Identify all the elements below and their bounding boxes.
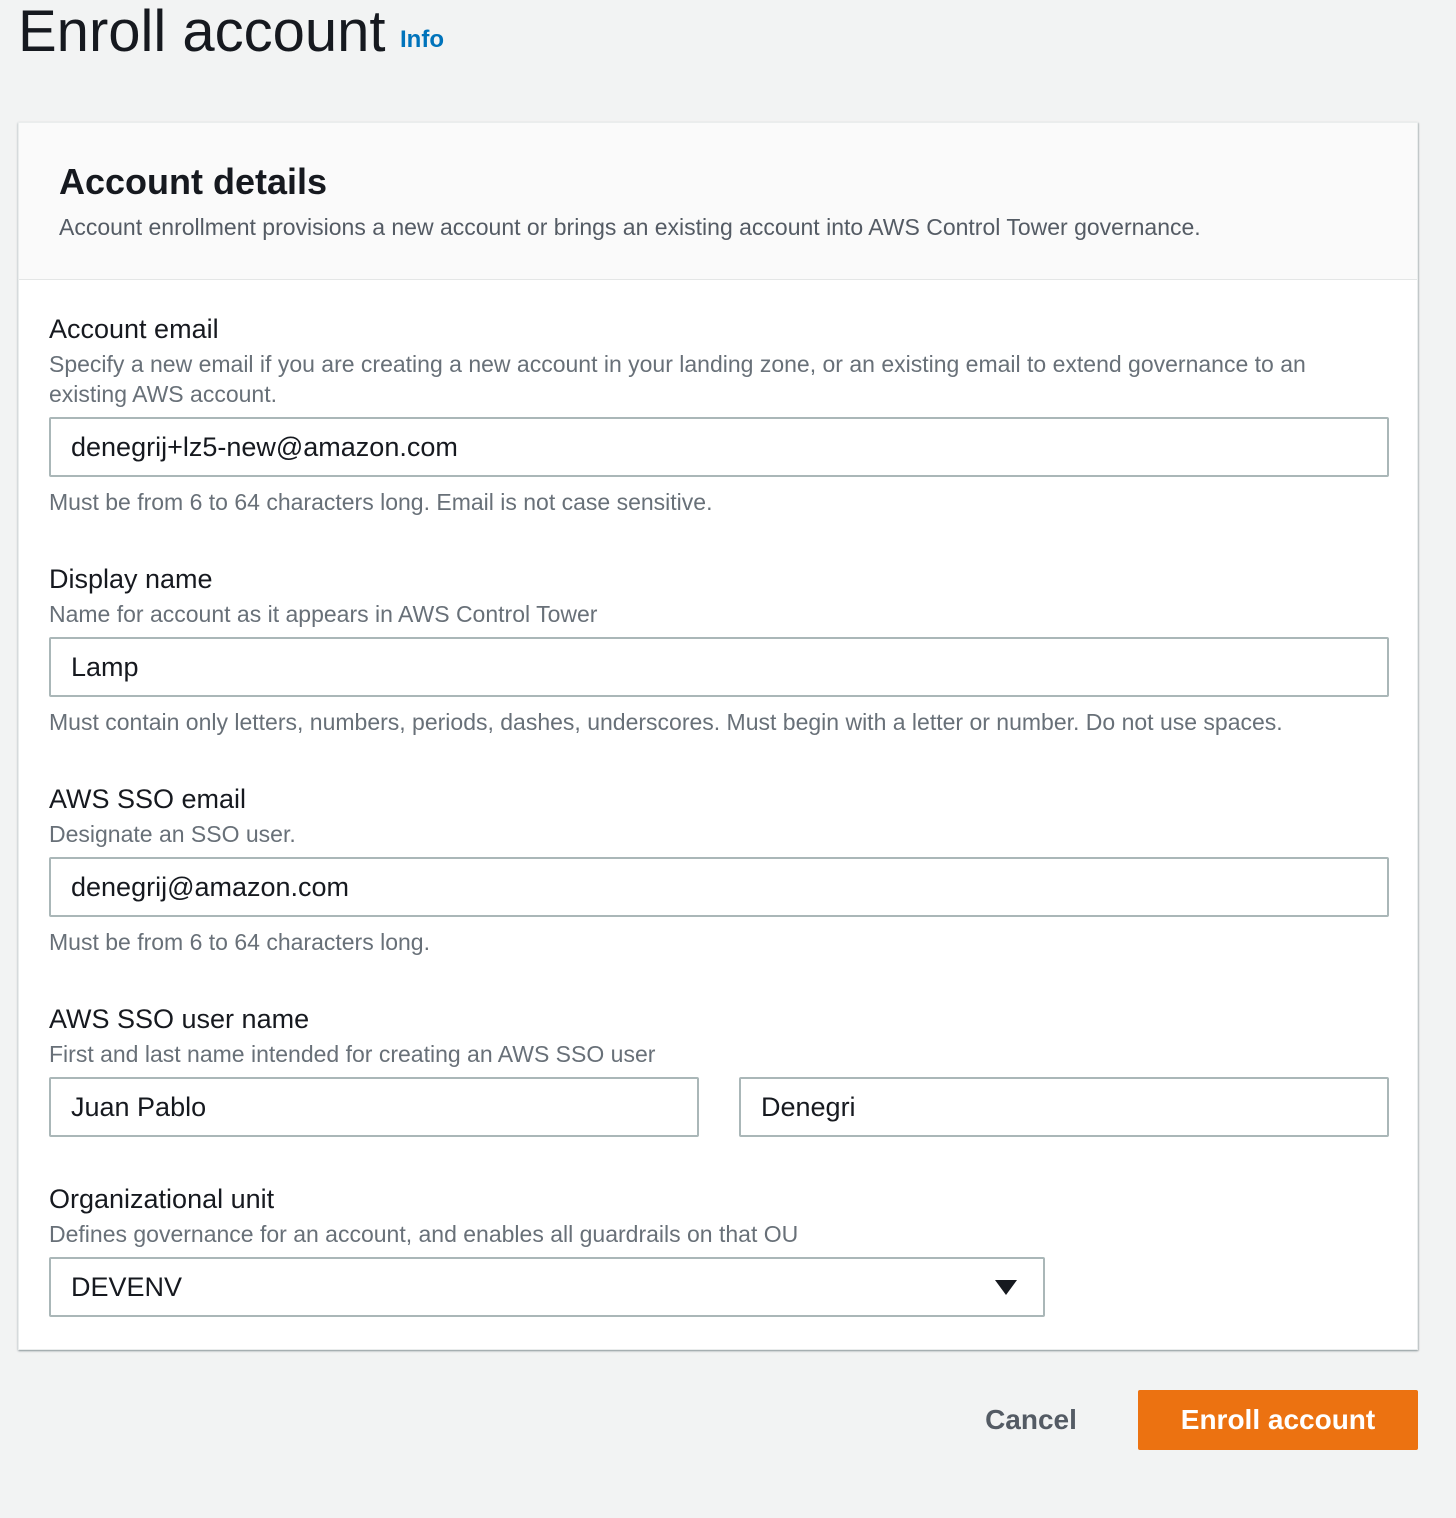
account-email-input[interactable]: denegrij+lz5-new@amazon.com bbox=[49, 417, 1389, 477]
sso-email-label: AWS SSO email bbox=[49, 784, 247, 814]
sso-user-name-label: AWS SSO user name bbox=[49, 1004, 310, 1034]
display-name-description: Name for account as it appears in AWS Co… bbox=[49, 601, 598, 627]
sso-user-name-field: AWS SSO user name First and last name in… bbox=[49, 1003, 1389, 1137]
account-email-description-line2: existing AWS account. bbox=[49, 381, 277, 407]
sso-email-field: AWS SSO email Designate an SSO user. den… bbox=[49, 783, 1389, 957]
account-email-description-line1: Specify a new email if you are creating … bbox=[49, 351, 1306, 377]
enroll-account-button[interactable]: Enroll account bbox=[1138, 1390, 1418, 1450]
panel-description: Account enrollment provisions a new acco… bbox=[59, 214, 1201, 240]
display-name-label: Display name bbox=[49, 564, 213, 594]
account-email-label: Account email bbox=[49, 314, 219, 344]
sso-first-name-input[interactable]: Juan Pablo bbox=[49, 1077, 699, 1137]
organizational-unit-description: Defines governance for an account, and e… bbox=[49, 1221, 799, 1247]
account-details-panel: Account details Account enrollment provi… bbox=[18, 122, 1418, 1350]
organizational-unit-field: Organizational unit Defines governance f… bbox=[49, 1183, 1389, 1317]
account-email-hint: Must be from 6 to 64 characters long. Em… bbox=[49, 489, 713, 515]
display-name-hint: Must contain only letters, numbers, peri… bbox=[49, 709, 1283, 735]
page-title: Enroll account bbox=[18, 0, 386, 64]
organizational-unit-label: Organizational unit bbox=[49, 1184, 275, 1214]
panel-title: Account details bbox=[59, 161, 328, 202]
cancel-button[interactable]: Cancel bbox=[966, 1390, 1096, 1450]
organizational-unit-select[interactable]: DEVENV bbox=[49, 1257, 1045, 1317]
display-name-field: Display name Name for account as it appe… bbox=[49, 563, 1389, 737]
caret-down-icon bbox=[995, 1280, 1017, 1295]
info-link[interactable]: Info bbox=[400, 26, 444, 54]
sso-email-input[interactable]: denegrij@amazon.com bbox=[49, 857, 1389, 917]
sso-last-name-input[interactable]: Denegri bbox=[739, 1077, 1389, 1137]
sso-email-description: Designate an SSO user. bbox=[49, 821, 296, 847]
display-name-input[interactable]: Lamp bbox=[49, 637, 1389, 697]
organizational-unit-selected-value: DEVENV bbox=[71, 1271, 183, 1302]
account-email-field: Account email Specify a new email if you… bbox=[49, 313, 1389, 517]
panel-header: Account details Account enrollment provi… bbox=[19, 123, 1417, 280]
sso-email-hint: Must be from 6 to 64 characters long. bbox=[49, 929, 430, 955]
sso-user-name-description: First and last name intended for creatin… bbox=[49, 1041, 656, 1067]
